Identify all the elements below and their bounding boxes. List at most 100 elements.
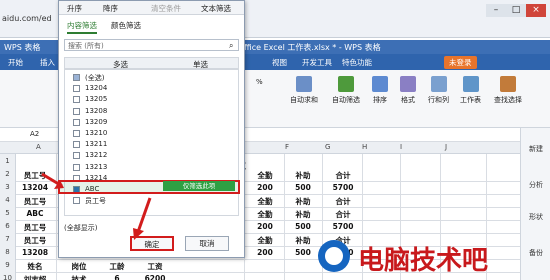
row-number[interactable]: 4 xyxy=(0,194,15,207)
sort-desc-button[interactable]: 降序 xyxy=(103,3,118,14)
annotation-callout: 仅筛选此项 xyxy=(163,181,235,191)
format-button[interactable]: 格式 xyxy=(400,76,416,105)
row-number[interactable]: 1 xyxy=(0,154,15,168)
column-label[interactable]: A xyxy=(36,143,41,151)
list-item[interactable]: 员工号 xyxy=(85,196,106,206)
table-cell[interactable]: 员工号 xyxy=(18,196,52,207)
menu-home[interactable]: 开始 xyxy=(8,57,23,68)
checkbox[interactable] xyxy=(73,141,80,149)
table-cell[interactable]: 全勤 xyxy=(248,235,282,246)
table-cell[interactable]: 员工号 xyxy=(18,235,52,246)
checkbox[interactable] xyxy=(73,130,80,137)
list-item[interactable]: 13204 xyxy=(85,84,107,92)
table-cell[interactable]: 补助 xyxy=(286,170,320,181)
table-cell[interactable]: 工龄 xyxy=(102,261,132,272)
analysis-item[interactable]: 分析 xyxy=(521,180,550,190)
minimize-button[interactable]: – xyxy=(486,4,506,17)
table-cell[interactable]: 合计 xyxy=(326,196,360,207)
autosum-button[interactable]: 自动求和 xyxy=(290,76,318,105)
new-item[interactable]: 新建 xyxy=(521,144,550,154)
row-number[interactable]: 6 xyxy=(0,220,15,233)
table-cell[interactable]: 合计 xyxy=(326,209,360,220)
column-label[interactable]: J xyxy=(445,143,447,151)
list-item[interactable]: 13205 xyxy=(85,95,107,103)
table-cell[interactable]: 5700 xyxy=(326,183,360,192)
column-label[interactable]: I xyxy=(400,143,402,151)
checkbox[interactable] xyxy=(73,85,80,93)
table-cell[interactable]: 技术 xyxy=(64,274,94,280)
column-label[interactable]: F xyxy=(285,143,289,151)
table-cell[interactable]: 补助 xyxy=(286,209,320,220)
dialog-toolbar: 升序 降序 清空条件 文本筛选 xyxy=(59,1,244,15)
menu-developer[interactable]: 开发工具 xyxy=(302,57,332,68)
table-cell[interactable]: 200 xyxy=(248,248,282,257)
checkbox[interactable] xyxy=(73,74,80,81)
close-button[interactable]: × xyxy=(526,4,546,17)
row-number[interactable]: 5 xyxy=(0,207,15,220)
table-cell[interactable]: 500 xyxy=(286,183,320,192)
row-number[interactable]: 8 xyxy=(0,246,15,259)
menu-insert[interactable]: 插入 xyxy=(40,57,55,68)
table-cell[interactable]: 员工号 xyxy=(18,222,52,233)
table-cell[interactable]: ABC xyxy=(18,209,52,218)
percent-button[interactable]: % xyxy=(256,78,263,86)
find-button[interactable]: 查找选择 xyxy=(494,76,522,105)
watermark-logo-icon xyxy=(318,240,350,272)
table-cell[interactable]: 200 xyxy=(248,222,282,231)
table-cell[interactable]: 刘志超 xyxy=(18,274,52,280)
table-cell[interactable]: 全勤 xyxy=(248,196,282,207)
checkbox[interactable] xyxy=(73,107,80,115)
login-badge[interactable]: 未登录 xyxy=(444,56,477,69)
row-number[interactable]: 2 xyxy=(0,168,15,181)
row-number[interactable]: 7 xyxy=(0,233,15,246)
menu-features[interactable]: 特色功能 xyxy=(342,57,372,68)
checkbox[interactable] xyxy=(73,118,80,126)
table-cell[interactable]: 岗位 xyxy=(64,261,94,272)
checkbox[interactable] xyxy=(73,163,80,171)
checkbox[interactable] xyxy=(73,152,80,160)
clear-filter-button[interactable]: 清空条件 xyxy=(151,3,181,14)
table-cell[interactable]: 5700 xyxy=(326,222,360,231)
list-item[interactable]: 13209 xyxy=(85,118,107,126)
tab-color-filter[interactable]: 颜色筛选 xyxy=(111,20,141,31)
sheet-button[interactable]: 工作表 xyxy=(460,76,481,105)
table-cell[interactable]: 补助 xyxy=(286,196,320,207)
row-number[interactable]: 10 xyxy=(0,272,15,280)
table-cell[interactable]: 工资 xyxy=(140,261,170,272)
table-cell[interactable]: 6 xyxy=(102,274,132,280)
search-input[interactable]: 搜索 (所有) xyxy=(64,39,239,51)
name-box[interactable]: A2 xyxy=(30,130,39,138)
autofilter-button[interactable]: 自动筛选 xyxy=(332,76,360,105)
list-item[interactable]: 13211 xyxy=(85,140,107,148)
cancel-button[interactable]: 取消 xyxy=(185,236,229,251)
table-cell[interactable]: 13208 xyxy=(18,248,52,257)
sort-button[interactable]: 排序 xyxy=(372,76,388,105)
rowcol-button[interactable]: 行和列 xyxy=(428,76,449,105)
list-item[interactable]: 13208 xyxy=(85,107,107,115)
tab-content-filter[interactable]: 内容筛选 xyxy=(67,20,97,34)
table-cell[interactable]: 合计 xyxy=(326,170,360,181)
shape-item[interactable]: 形状 xyxy=(521,212,550,222)
list-item[interactable]: 13213 xyxy=(85,163,107,171)
table-cell[interactable]: 500 xyxy=(286,222,320,231)
column-label[interactable]: H xyxy=(362,143,367,151)
address-bar[interactable]: aidu.com/ed xyxy=(2,14,52,23)
table-cell[interactable]: 6200 xyxy=(140,274,170,280)
maximize-button[interactable]: □ xyxy=(506,4,526,17)
text-filter-button[interactable]: 文本筛选 xyxy=(201,3,231,14)
row-number[interactable]: 9 xyxy=(0,259,15,272)
row-number[interactable]: 3 xyxy=(0,181,15,194)
list-item[interactable]: 13210 xyxy=(85,129,107,137)
menu-view[interactable]: 视图 xyxy=(272,57,287,68)
list-item[interactable]: (全选) xyxy=(85,73,104,83)
column-label[interactable]: G xyxy=(325,143,330,151)
checkbox[interactable] xyxy=(73,197,80,205)
list-item[interactable]: 13212 xyxy=(85,151,107,159)
table-cell[interactable]: 全勤 xyxy=(248,209,282,220)
table-cell[interactable]: 姓名 xyxy=(18,261,52,272)
watermark-text: 电脑技术吧 xyxy=(358,246,489,276)
checkbox[interactable] xyxy=(73,96,80,104)
sort-asc-button[interactable]: 升序 xyxy=(67,3,82,14)
table-cell[interactable]: 200 xyxy=(248,183,282,192)
table-cell[interactable]: 全勤 xyxy=(248,170,282,181)
